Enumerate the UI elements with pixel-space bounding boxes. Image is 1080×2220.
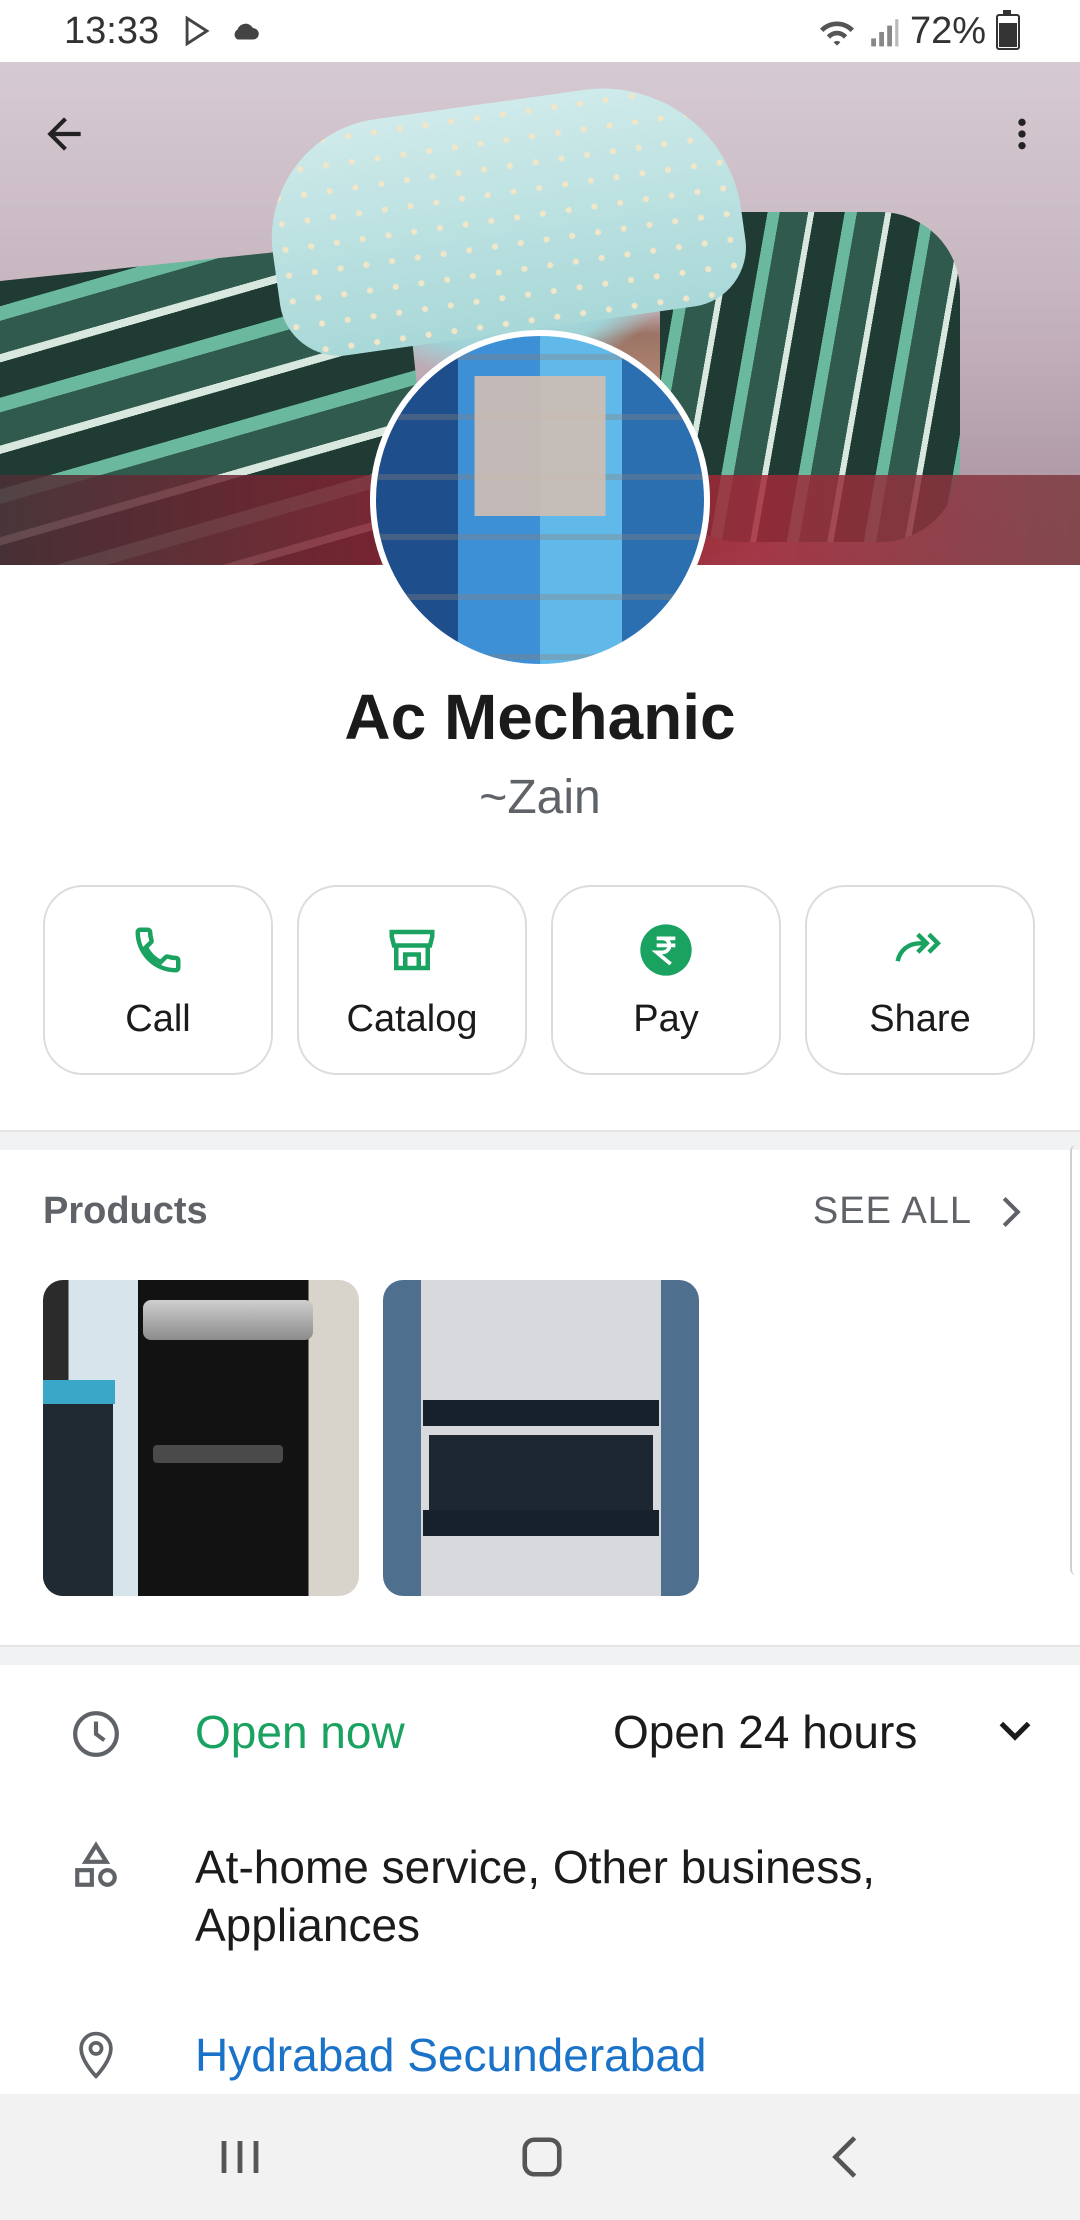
storefront-icon xyxy=(382,920,442,980)
pay-button[interactable]: Pay xyxy=(551,885,781,1075)
section-divider xyxy=(0,1645,1080,1665)
status-system-icons: 72% xyxy=(816,9,1020,53)
clock-icon xyxy=(70,1708,122,1760)
hours-detail: Open 24 hours xyxy=(613,1706,918,1758)
battery-icon xyxy=(996,9,1020,50)
cloud-sync-icon xyxy=(234,23,259,40)
wifi-icon xyxy=(819,20,854,46)
system-nav-bar xyxy=(0,2094,1080,2220)
back-button[interactable] xyxy=(28,98,100,170)
status-notification-icons xyxy=(180,14,264,48)
location-link[interactable]: Hydrabad Secunderabad xyxy=(195,2028,706,2082)
recents-icon xyxy=(221,2141,259,2173)
more-options-button[interactable] xyxy=(986,98,1058,170)
see-all-label: SEE ALL xyxy=(812,1190,972,1232)
business-name: Ac Mechanic xyxy=(344,681,736,753)
home-icon xyxy=(522,2137,562,2177)
call-label: Call xyxy=(125,997,191,1040)
phone-icon xyxy=(128,920,188,980)
signal-icon xyxy=(871,18,899,46)
share-label: Share xyxy=(869,997,971,1040)
call-button[interactable]: Call xyxy=(43,885,273,1075)
recents-button[interactable] xyxy=(200,2124,280,2190)
catalog-button[interactable]: Catalog xyxy=(297,885,527,1075)
product-thumbnail[interactable] xyxy=(383,1280,699,1596)
product-thumbnail[interactable] xyxy=(43,1280,359,1596)
open-status: Open now xyxy=(195,1706,405,1758)
share-button[interactable]: Share xyxy=(805,885,1035,1075)
products-title: Products xyxy=(43,1190,208,1232)
chevron-right-icon xyxy=(1002,1196,1021,1227)
pay-label: Pay xyxy=(633,997,699,1040)
catalog-label: Catalog xyxy=(346,997,478,1040)
see-all-button[interactable]: SEE ALL xyxy=(813,1190,1024,1233)
nav-back-button[interactable] xyxy=(805,2124,885,2190)
arrow-back-icon xyxy=(47,117,81,151)
more-vert-icon xyxy=(1018,118,1026,150)
status-time: 13:33 xyxy=(64,10,160,52)
owner-name: ~Zain xyxy=(479,771,601,824)
product-thumbnails xyxy=(43,1280,699,1596)
location-pin-icon xyxy=(70,2028,122,2080)
carousel-edge xyxy=(1070,1145,1080,1575)
battery-percent: 72% xyxy=(909,10,986,52)
action-buttons: Call Catalog Pay Share xyxy=(43,885,1035,1075)
home-button[interactable] xyxy=(502,2124,582,2190)
category-shapes-icon xyxy=(70,1840,122,1892)
chevron-down-icon[interactable] xyxy=(998,1718,1032,1746)
business-categories: At-home service, Other business, Applian… xyxy=(195,1841,876,1951)
section-divider xyxy=(0,1130,1080,1150)
forward-icon xyxy=(890,920,950,980)
status-bar: 13:33 72% xyxy=(0,0,1080,62)
nav-back-icon xyxy=(832,2136,857,2178)
rupee-icon xyxy=(636,920,696,980)
profile-avatar[interactable] xyxy=(370,330,710,670)
play-store-icon xyxy=(185,15,210,47)
